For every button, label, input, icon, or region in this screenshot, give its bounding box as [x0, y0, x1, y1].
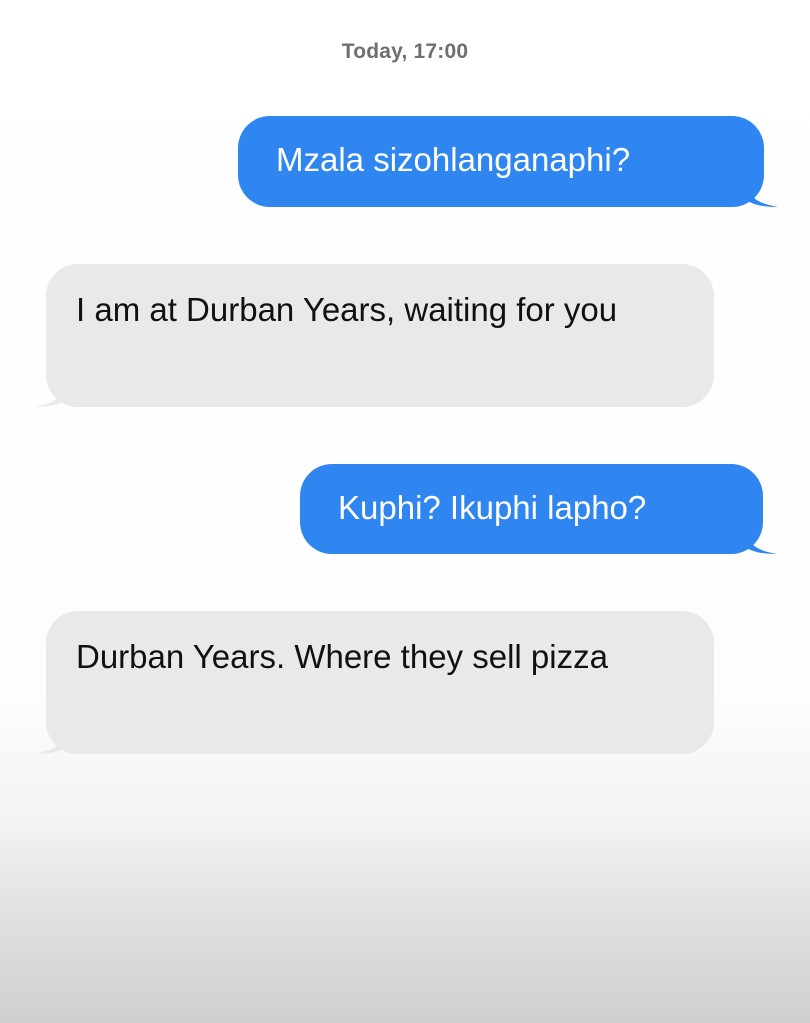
sent-message-bubble[interactable]: Mzala sizohlanganaphi? — [238, 116, 778, 207]
bubble-tail-icon — [747, 532, 777, 554]
bubble-tail-icon — [34, 732, 64, 754]
bubble-tail-icon — [748, 185, 778, 207]
sent-message-bubble[interactable]: Kuphi? Ikuphi lapho? — [300, 464, 777, 554]
received-message-bubble[interactable]: I am at Durban Years, waiting for you — [34, 264, 714, 407]
message-text: Durban Years. Where they sell pizza — [76, 638, 608, 675]
message-text: I am at Durban Years, waiting for you — [76, 291, 618, 328]
message-text: Mzala sizohlanganaphi? — [276, 141, 631, 178]
message-thread: Today, 17:00 Mzala sizohlanganaphi? I am… — [0, 0, 810, 1023]
message-timestamp: Today, 17:00 — [341, 40, 469, 63]
bubble-tail-icon — [34, 385, 64, 407]
message-text: Kuphi? Ikuphi lapho? — [338, 489, 647, 526]
received-message-bubble[interactable]: Durban Years. Where they sell pizza — [34, 611, 714, 754]
